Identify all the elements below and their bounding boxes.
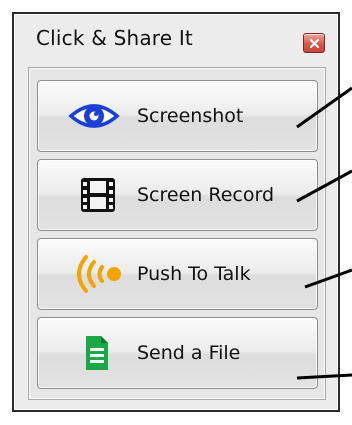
send-file-label: Send a File: [137, 342, 241, 364]
document-icon: [83, 318, 111, 388]
window-titlebar[interactable]: Click & Share It: [14, 14, 338, 62]
screen-record-button[interactable]: Screen Record: [37, 159, 318, 231]
send-file-button[interactable]: Send a File: [37, 317, 318, 389]
screenshot-button[interactable]: Screenshot: [37, 80, 318, 152]
push-to-talk-button[interactable]: Push To Talk: [37, 238, 318, 310]
film-strip-icon: [78, 160, 118, 230]
close-icon: [310, 39, 319, 48]
broadcast-icon: [72, 239, 126, 309]
window-title: Click & Share It: [36, 26, 193, 50]
screen-record-label: Screen Record: [137, 184, 275, 206]
click-share-window: Click & Share It Screenshot Screen Recor…: [12, 12, 340, 412]
close-button[interactable]: [303, 33, 325, 53]
screenshot-label: Screenshot: [137, 105, 244, 127]
stage: Click & Share It Screenshot Screen Recor…: [0, 0, 352, 425]
eye-icon: [68, 81, 120, 151]
action-button-list: Screenshot Screen Record Push To Talk Se…: [28, 67, 326, 400]
push-to-talk-label: Push To Talk: [137, 263, 251, 285]
